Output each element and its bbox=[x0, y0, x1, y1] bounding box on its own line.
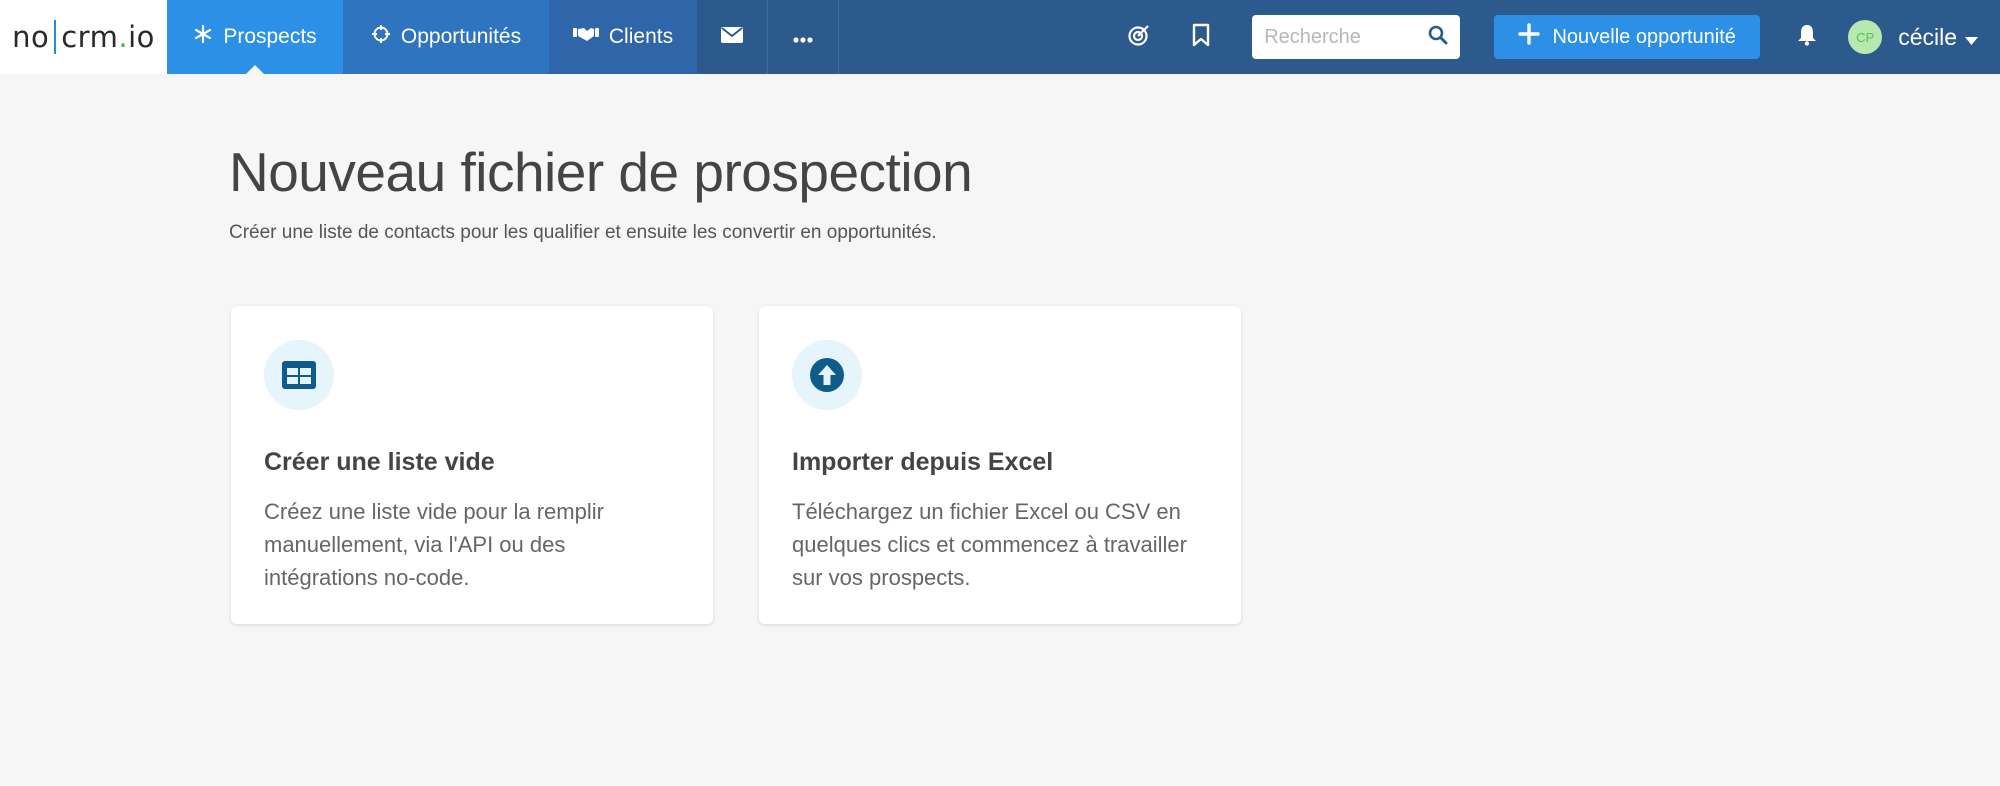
search-input[interactable] bbox=[1264, 25, 1429, 49]
card-title: Importer depuis Excel bbox=[792, 448, 1054, 476]
notifications-button[interactable] bbox=[1776, 0, 1838, 74]
caret-down-icon bbox=[1965, 24, 1978, 51]
card-description: Téléchargez un fichier Excel ou CSV en q… bbox=[792, 499, 1187, 590]
create-empty-list-card[interactable]: Créer une liste vide Créez une liste vid… bbox=[231, 306, 713, 624]
card-title: Créer une liste vide bbox=[264, 448, 495, 476]
nav-more[interactable] bbox=[768, 0, 839, 74]
navbar-spacer bbox=[839, 0, 1108, 74]
user-menu[interactable]: cécile bbox=[1898, 0, 1978, 74]
crosshair-icon bbox=[371, 24, 391, 50]
nocrm-logo[interactable]: no crm . io bbox=[0, 0, 167, 74]
avatar[interactable]: CP bbox=[1848, 20, 1883, 54]
card-description: Créez une liste vide pour la remplir man… bbox=[264, 499, 604, 590]
plus-icon bbox=[1518, 23, 1541, 51]
logo-divider bbox=[54, 20, 57, 54]
snowflake-icon bbox=[193, 24, 213, 50]
logo-text-io: io bbox=[128, 20, 155, 54]
page-title: Nouveau fichier de prospection bbox=[229, 141, 973, 203]
logo-text-crm: crm bbox=[61, 20, 119, 54]
search-icon[interactable] bbox=[1428, 25, 1448, 50]
nav-tab-prospects[interactable]: Prospects bbox=[167, 0, 343, 74]
nav-tab-prospects-label: Prospects bbox=[223, 25, 317, 48]
target-icon bbox=[1127, 23, 1151, 52]
page-subtitle: Créer une liste de contacts pour les qua… bbox=[229, 222, 937, 243]
nav-tab-clients[interactable]: Clients bbox=[549, 0, 697, 74]
search-box bbox=[1252, 15, 1461, 59]
nav-mail[interactable] bbox=[697, 0, 768, 74]
upload-circle-icon bbox=[792, 340, 862, 410]
table-icon bbox=[264, 340, 334, 410]
nav-tab-clients-label: Clients bbox=[608, 25, 674, 48]
bell-icon bbox=[1797, 24, 1817, 51]
envelope-icon bbox=[721, 25, 743, 49]
import-excel-card[interactable]: Importer depuis Excel Téléchargez un fic… bbox=[759, 306, 1241, 624]
user-name: cécile bbox=[1898, 23, 1957, 50]
logo-text-no: no bbox=[12, 20, 50, 54]
goals-button[interactable] bbox=[1108, 0, 1170, 74]
top-navbar: no crm . io Prospects Opportunités Clien… bbox=[0, 0, 2000, 74]
nav-tab-opportunites[interactable]: Opportunités bbox=[343, 0, 549, 74]
new-opportunity-button[interactable]: Nouvelle opportunité bbox=[1494, 15, 1761, 59]
bookmark-icon bbox=[1192, 23, 1210, 52]
bookmarks-button[interactable] bbox=[1170, 0, 1232, 74]
new-opportunity-label: Nouvelle opportunité bbox=[1552, 25, 1736, 48]
ellipsis-icon bbox=[793, 25, 813, 49]
logo-dot: . bbox=[118, 20, 129, 54]
handshake-icon bbox=[572, 25, 599, 49]
nav-tab-opportunites-label: Opportunités bbox=[400, 25, 522, 48]
